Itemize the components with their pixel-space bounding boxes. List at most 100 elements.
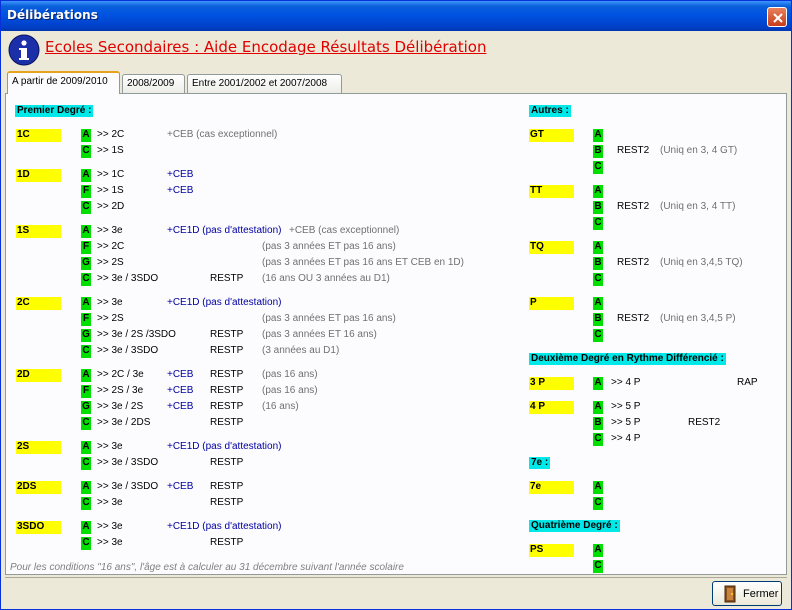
result-code: A [593, 129, 603, 142]
result-code: A [81, 481, 91, 494]
level-label: TT [529, 185, 574, 198]
condition: (Uniq en 3,4,5 P) [660, 313, 736, 324]
condition: +CEB (cas exceptionnel) [289, 225, 400, 236]
result-code: A [81, 129, 91, 142]
result-code: A [593, 241, 603, 254]
result-code: C [81, 201, 91, 214]
result-code: B [593, 313, 603, 326]
ceb-condition: +CE1D (pas d'attestation) [167, 521, 282, 532]
result-code: C [81, 497, 91, 510]
result-code: A [593, 544, 603, 557]
destination: >> 2S [97, 257, 124, 268]
destination: >> 2S [97, 313, 124, 324]
restriction: RESTP [210, 537, 244, 548]
tab-2001-2008[interactable]: Entre 2001/2002 et 2007/2008 [187, 74, 342, 94]
condition: (pas 3 années ET pas 16 ans ET CEB en 1D… [262, 257, 464, 268]
destination: >> 3e / 3SDO [97, 457, 159, 468]
restriction: RESTP [210, 369, 244, 380]
destination: >> 3e / 2S [97, 401, 144, 412]
result-code: A [81, 169, 91, 182]
destination: >> 2D [97, 201, 125, 212]
result-code: A [81, 369, 91, 382]
result-code: C [81, 145, 91, 158]
destination: >> 2C [97, 241, 125, 252]
window-title: Délibérations [7, 8, 98, 22]
result-code: A [593, 481, 603, 494]
result-code: C [593, 217, 603, 230]
result-code: A [593, 377, 603, 390]
level-label: GT [529, 129, 574, 142]
condition: (pas 3 années ET 16 ans) [262, 329, 377, 340]
close-icon [773, 13, 783, 23]
result-code: A [593, 401, 603, 414]
tab-2008-2009[interactable]: 2008/2009 [122, 74, 185, 94]
ceb-condition: +CEB [167, 185, 194, 196]
restriction: RESTP [210, 401, 244, 412]
condition: (Uniq en 3,4,5 TQ) [660, 257, 743, 268]
section-premier-degre: Premier Degré : [15, 105, 94, 117]
ceb-condition: +CEB [167, 369, 194, 380]
level-label: 3 P [529, 377, 574, 390]
result-code: F [81, 313, 91, 326]
restriction: REST2 [617, 313, 650, 324]
restriction: RESTP [210, 457, 244, 468]
level-label: PS [529, 544, 574, 557]
result-code: C [593, 329, 603, 342]
destination: >> 3e [97, 521, 123, 532]
level-label: TQ [529, 241, 574, 254]
level-label: P [529, 297, 574, 310]
result-code: F [81, 185, 91, 198]
ceb-condition: +CE1D (pas d'attestation) [167, 225, 282, 236]
level-label: 1D [16, 169, 61, 182]
deliberations-window: Délibérations Ecoles Secondaires : Aide … [0, 0, 792, 610]
title-bar[interactable]: Délibérations [1, 1, 791, 31]
ceb-condition: +CEB [167, 401, 194, 412]
close-button[interactable]: Fermer [712, 581, 782, 606]
condition: (pas 3 années ET pas 16 ans) [262, 241, 396, 252]
result-code: C [593, 497, 603, 510]
level-label: 3SDO [16, 521, 61, 534]
level-label: 2DS [16, 481, 61, 494]
result-code: C [81, 345, 91, 358]
result-code: B [593, 257, 603, 270]
footnote: Pour les conditions "16 ans", l'âge est … [10, 562, 404, 573]
result-code: A [593, 185, 603, 198]
condition: (16 ans OU 3 années au D1) [262, 273, 390, 284]
destination: >> 2S / 3e [97, 385, 144, 396]
level-label: 1S [16, 225, 61, 238]
destination: >> 1S [97, 145, 124, 156]
restriction: RESTP [210, 481, 244, 492]
result-code: G [81, 257, 91, 270]
result-code: C [593, 433, 603, 446]
close-window-button[interactable] [767, 7, 787, 27]
divider [5, 577, 787, 578]
destination: >> 4 P [611, 377, 641, 388]
destination: >> 2C / 3e [97, 369, 144, 380]
restriction: RESTP [210, 417, 244, 428]
result-code: G [81, 329, 91, 342]
restriction: REST2 [617, 145, 650, 156]
result-code: F [81, 241, 91, 254]
ceb-condition: +CEB [167, 481, 194, 492]
result-code: C [81, 537, 91, 550]
destination: >> 3e / 3SDO [97, 273, 159, 284]
destination: >> 3e [97, 537, 123, 548]
result-code: F [81, 385, 91, 398]
destination: >> 1C [97, 169, 125, 180]
tab-2009-2010[interactable]: A partir de 2009/2010 [7, 71, 120, 94]
page-title: Ecoles Secondaires : Aide Encodage Résul… [45, 38, 487, 56]
result-code: C [81, 273, 91, 286]
section-autres: Autres : [529, 105, 571, 117]
result-code: G [81, 401, 91, 414]
destination: >> 5 P [611, 417, 641, 428]
condition: (3 années au D1) [262, 345, 340, 356]
ceb-condition: +CEB [167, 385, 194, 396]
result-code: C [593, 273, 603, 286]
destination: >> 5 P [611, 401, 641, 412]
level-label: 4 P [529, 401, 574, 414]
condition: (pas 3 années ET pas 16 ans) [262, 313, 396, 324]
destination: >> 4 P [611, 433, 641, 444]
restriction: REST2 [688, 417, 721, 428]
destination: >> 1S [97, 185, 124, 196]
level-label: 2D [16, 369, 61, 382]
